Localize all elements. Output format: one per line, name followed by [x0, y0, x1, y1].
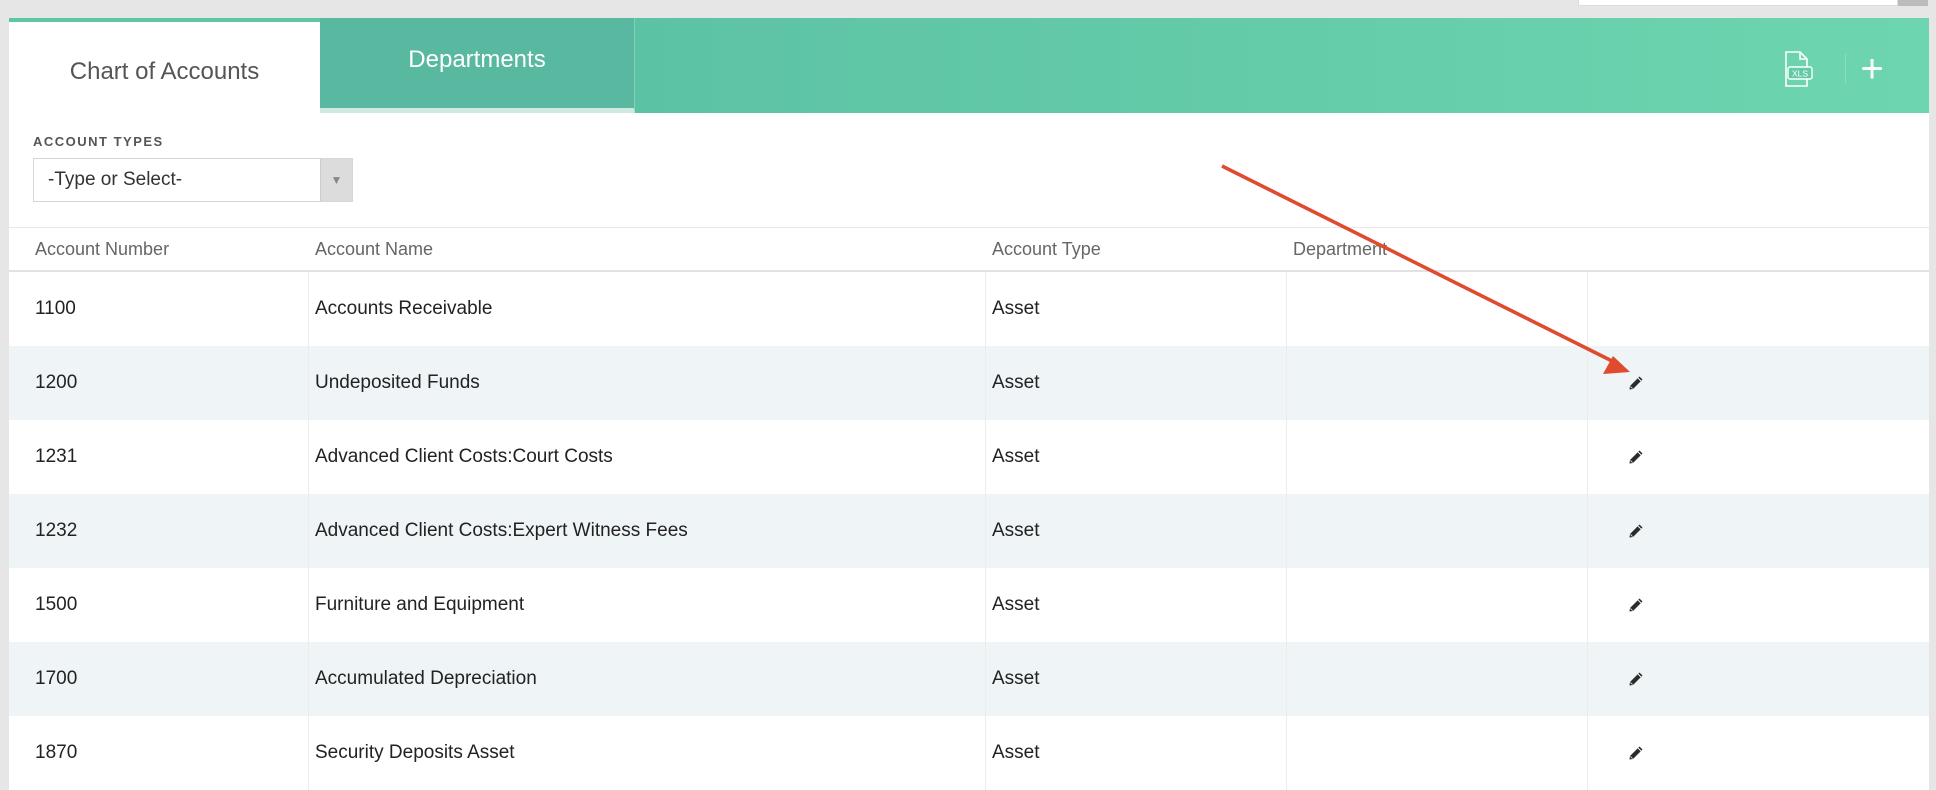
- actions-cell: [1588, 568, 1929, 642]
- xls-export-button[interactable]: XLS: [1771, 44, 1821, 94]
- plus-icon: +: [1860, 47, 1884, 91]
- accounts-table: Account Number Account Name Account Type…: [9, 227, 1929, 790]
- table-row: 1100 Accounts Receivable Asset: [9, 272, 1929, 346]
- account-name-cell: Advanced Client Costs:Expert Witness Fee…: [309, 494, 986, 568]
- pencil-icon: [1629, 598, 1643, 612]
- account-type-cell: Asset: [986, 272, 1287, 346]
- toolbar-divider: [1845, 54, 1846, 84]
- actions-cell: [1588, 642, 1929, 716]
- header-account-type[interactable]: Account Type: [986, 239, 1287, 260]
- department-cell: [1287, 716, 1588, 790]
- xls-icon-text: XLS: [1792, 69, 1808, 79]
- pencil-icon: [1629, 450, 1643, 464]
- account-number-cell: 1200: [9, 346, 309, 420]
- pencil-icon: [1629, 376, 1643, 390]
- department-cell: [1287, 494, 1588, 568]
- account-type-cell: Asset: [986, 642, 1287, 716]
- pencil-icon: [1629, 746, 1643, 760]
- header-account-number[interactable]: Account Number: [9, 239, 309, 260]
- account-number-cell: 1100: [9, 272, 309, 346]
- department-cell: [1287, 568, 1588, 642]
- table-row: 1870 Security Deposits Asset Asset: [9, 716, 1929, 790]
- department-cell: [1287, 420, 1588, 494]
- actions-cell: [1588, 716, 1929, 790]
- edit-row-button[interactable]: [1626, 447, 1646, 467]
- account-types-label: ACCOUNT TYPES: [33, 134, 164, 149]
- table-body: 1100 Accounts Receivable Asset 1200 Undeposi…: [9, 272, 1929, 790]
- tab-bar: Chart of Accounts Departments XLS +: [9, 18, 1929, 113]
- account-name-cell: Accounts Receivable: [309, 272, 986, 346]
- actions-cell: [1588, 420, 1929, 494]
- accounts-panel: Chart of Accounts Departments XLS + ACCO…: [9, 18, 1929, 790]
- department-cell: [1287, 346, 1588, 420]
- account-name-cell: Advanced Client Costs:Court Costs: [309, 420, 986, 494]
- account-types-select[interactable]: -Type or Select- ▼: [33, 158, 353, 202]
- top-search-input[interactable]: [1578, 0, 1898, 6]
- account-name-cell: Undeposited Funds: [309, 346, 986, 420]
- header-account-name[interactable]: Account Name: [309, 239, 986, 260]
- actions-cell: [1588, 272, 1929, 346]
- account-type-cell: Asset: [986, 494, 1287, 568]
- account-name-cell: Furniture and Equipment: [309, 568, 986, 642]
- header-department[interactable]: Department: [1287, 239, 1588, 260]
- add-account-button[interactable]: +: [1847, 44, 1897, 94]
- actions-cell: [1588, 346, 1929, 420]
- table-row: 1500 Furniture and Equipment Asset: [9, 568, 1929, 642]
- edit-row-button[interactable]: [1626, 669, 1646, 689]
- tab-chart-of-accounts[interactable]: Chart of Accounts: [9, 18, 320, 113]
- account-type-cell: Asset: [986, 716, 1287, 790]
- top-search-button[interactable]: [1898, 0, 1928, 6]
- account-name-cell: Accumulated Depreciation: [309, 642, 986, 716]
- department-cell: [1287, 272, 1588, 346]
- account-number-cell: 1232: [9, 494, 309, 568]
- tab-departments[interactable]: Departments: [320, 18, 635, 113]
- table-row: 1700 Accumulated Depreciation Asset: [9, 642, 1929, 716]
- chevron-down-icon[interactable]: ▼: [320, 159, 352, 201]
- account-type-cell: Asset: [986, 420, 1287, 494]
- account-number-cell: 1870: [9, 716, 309, 790]
- pencil-icon: [1629, 672, 1643, 686]
- table-row: 1232 Advanced Client Costs:Expert Witness…: [9, 494, 1929, 568]
- account-number-cell: 1700: [9, 642, 309, 716]
- edit-row-button[interactable]: [1626, 743, 1646, 763]
- edit-row-button[interactable]: [1626, 521, 1646, 541]
- edit-row-button[interactable]: [1626, 373, 1646, 393]
- account-type-cell: Asset: [986, 568, 1287, 642]
- table-row: 1200 Undeposited Funds Asset: [9, 346, 1929, 420]
- actions-cell: [1588, 494, 1929, 568]
- table-row: 1231 Advanced Client Costs:Court Costs Ass…: [9, 420, 1929, 494]
- department-cell: [1287, 642, 1588, 716]
- edit-row-button[interactable]: [1626, 595, 1646, 615]
- account-number-cell: 1231: [9, 420, 309, 494]
- xls-export-icon: XLS: [1785, 51, 1813, 87]
- account-name-cell: Security Deposits Asset: [309, 716, 986, 790]
- account-type-cell: Asset: [986, 346, 1287, 420]
- account-types-select-value: -Type or Select-: [48, 169, 183, 190]
- account-number-cell: 1500: [9, 568, 309, 642]
- table-header: Account Number Account Name Account Type…: [9, 228, 1929, 272]
- pencil-icon: [1629, 524, 1643, 538]
